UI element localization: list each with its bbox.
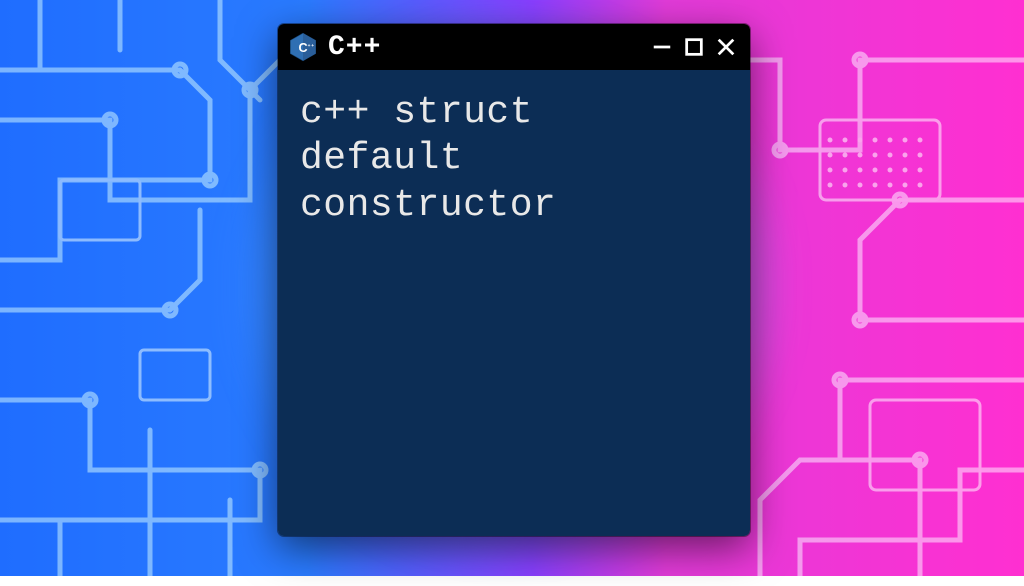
minimize-button[interactable] <box>650 35 674 59</box>
close-button[interactable] <box>714 35 738 59</box>
svg-text:+: + <box>311 44 314 49</box>
window-controls <box>650 35 738 59</box>
titlebar[interactable]: C + + C++ <box>278 24 750 70</box>
cpp-language-icon: C + + <box>288 32 318 62</box>
minimize-icon <box>651 36 673 58</box>
maximize-button[interactable] <box>682 35 706 59</box>
svg-text:+: + <box>308 44 311 49</box>
terminal-window: C + + C++ <box>278 24 750 536</box>
window-title: C++ <box>328 32 381 63</box>
close-icon <box>715 36 737 58</box>
terminal-body[interactable]: c++ struct default constructor <box>278 70 750 536</box>
terminal-text: c++ struct default constructor <box>300 90 728 229</box>
maximize-icon <box>683 36 705 58</box>
svg-text:C: C <box>298 41 307 55</box>
